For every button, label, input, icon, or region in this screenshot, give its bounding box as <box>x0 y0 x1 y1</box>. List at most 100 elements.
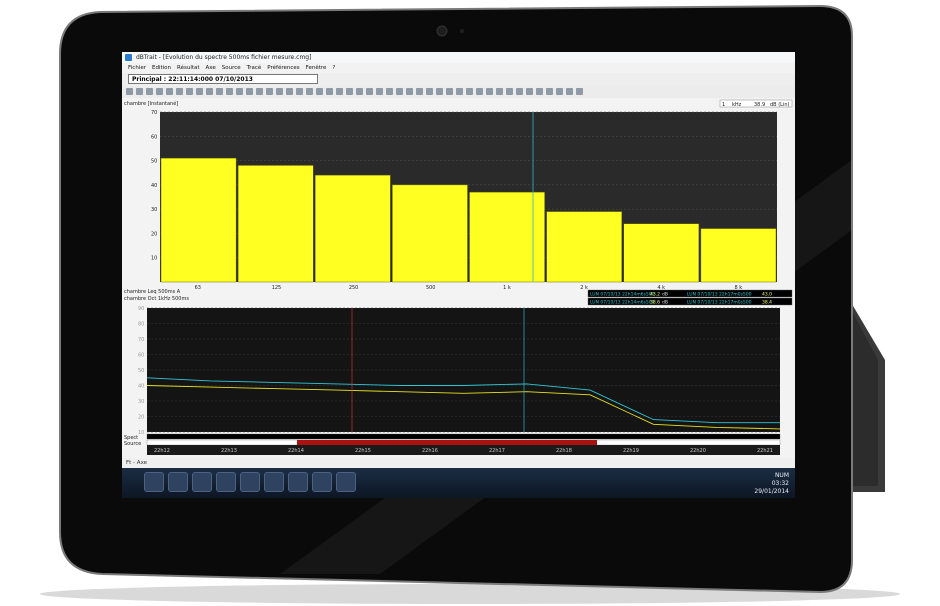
spectrum-bar <box>237 165 314 283</box>
sensor-icon <box>460 29 464 33</box>
taskbar-app-icon[interactable] <box>288 472 308 492</box>
position-selector[interactable]: Principal : 22:11:14:000 07/10/2013 <box>128 74 318 84</box>
toolbar-button[interactable] <box>546 88 553 95</box>
spectrum-x-tick: 63 <box>195 285 201 291</box>
time-y-tick: 20 <box>138 415 144 421</box>
axis-label: Ft - Axe <box>126 460 148 466</box>
toolbar-button[interactable] <box>246 88 253 95</box>
toolbar-button[interactable] <box>346 88 353 95</box>
toolbar-button[interactable] <box>216 88 223 95</box>
spectrum-x-tick: 250 <box>349 285 359 291</box>
app-icon <box>125 54 132 61</box>
toolbar-button[interactable] <box>276 88 283 95</box>
taskbar: NUM 03:32 29/01/2014 <box>122 468 795 498</box>
menu-item-3[interactable]: Axe <box>206 63 216 73</box>
screen: dBTrait - [Evolution du spectre 500ms fi… <box>122 52 795 498</box>
analysis-panels: chambre [Instantané] 1 kHz 38.9 dB (Lin) 10 20… <box>122 98 795 458</box>
menu-item-6[interactable]: Préférences <box>267 63 299 73</box>
toolbar-button[interactable] <box>266 88 273 95</box>
menu-item-4[interactable]: Source <box>222 63 241 73</box>
toolbar-button[interactable] <box>236 88 243 95</box>
cursor-right-value: 43.0 <box>762 292 772 298</box>
taskbar-app-icon[interactable] <box>216 472 236 492</box>
cursor-unit: dB <box>662 292 668 298</box>
menu-item-7[interactable]: Fenêtre <box>306 63 327 73</box>
toolbar-button[interactable] <box>366 88 373 95</box>
time-x-tick: 22h13 <box>221 448 237 454</box>
toolbar-button[interactable] <box>506 88 513 95</box>
toolbar-button[interactable] <box>256 88 263 95</box>
toolbar-button[interactable] <box>386 88 393 95</box>
toolbar-button[interactable] <box>526 88 533 95</box>
toolbar-button[interactable] <box>156 88 163 95</box>
spectrum-y-tick: 40 <box>151 183 157 189</box>
spectrum-y-tick: 70 <box>151 110 157 116</box>
spectrum-x-tick: 125 <box>272 285 282 291</box>
clock-time: 03:32 <box>771 480 789 487</box>
toolbar-button[interactable] <box>226 88 233 95</box>
toolbar-button[interactable] <box>486 88 493 95</box>
cursor-right-time: LUN 07/10/13 22h17m0s500 <box>687 292 752 298</box>
time-y-tick: 50 <box>138 368 144 374</box>
menu-item-0[interactable]: Fichier <box>128 63 146 73</box>
cursor-right-value: 38.4 <box>762 300 772 306</box>
toolbar-button[interactable] <box>566 88 573 95</box>
toolbar-button[interactable] <box>146 88 153 95</box>
toolbar-primary: Principal : 22:11:14:000 07/10/2013 <box>122 73 795 87</box>
toolbar-button[interactable] <box>536 88 543 95</box>
toolbar-button[interactable] <box>556 88 563 95</box>
time-y-tick: 90 <box>138 306 144 312</box>
toolbar-button[interactable] <box>186 88 193 95</box>
cursor-left-time: LUN 07/10/13 22h14m6s500 <box>590 300 655 306</box>
toolbar-button[interactable] <box>336 88 343 95</box>
series-label-2: chambre Oct 1kHz 500ms <box>124 296 189 302</box>
toolbar-button[interactable] <box>416 88 423 95</box>
readout-frequency: 1 <box>722 102 725 108</box>
toolbar-button[interactable] <box>296 88 303 95</box>
toolbar-button[interactable] <box>326 88 333 95</box>
toolbar-button[interactable] <box>446 88 453 95</box>
toolbar-button[interactable] <box>136 88 143 95</box>
toolbar-button[interactable] <box>396 88 403 95</box>
toolbar-button[interactable] <box>126 88 133 95</box>
taskbar-app-icon[interactable] <box>192 472 212 492</box>
toolbar-button[interactable] <box>316 88 323 95</box>
toolbar-button[interactable] <box>196 88 203 95</box>
readout-level-unit: dB (Lin) <box>770 102 789 108</box>
menu-item-5[interactable]: Tracé <box>247 63 262 73</box>
toolbar-button[interactable] <box>176 88 183 95</box>
taskbar-app-icon[interactable] <box>240 472 260 492</box>
source-track-highlight <box>297 440 597 445</box>
toolbar-button[interactable] <box>516 88 523 95</box>
time-axis-band <box>147 445 780 455</box>
menu-item-2[interactable]: Résultat <box>177 63 200 73</box>
row-track <box>146 433 781 440</box>
time-y-tick: 70 <box>138 337 144 343</box>
toolbar-button[interactable] <box>286 88 293 95</box>
taskbar-app-icon[interactable] <box>264 472 284 492</box>
time-x-tick: 22h14 <box>288 448 304 454</box>
menu-bar: Fichier Edition Résultat Axe Source Tracé Préf… <box>122 63 795 73</box>
taskbar-app-icon[interactable] <box>144 472 164 492</box>
toolbar-button[interactable] <box>306 88 313 95</box>
taskbar-app-icon[interactable] <box>168 472 188 492</box>
toolbar-button[interactable] <box>436 88 443 95</box>
toolbar-button[interactable] <box>456 88 463 95</box>
taskbar-app-icon[interactable] <box>312 472 332 492</box>
toolbar-button[interactable] <box>426 88 433 95</box>
readout-frequency-unit: kHz <box>732 102 742 108</box>
toolbar-button[interactable] <box>166 88 173 95</box>
menu-item-8[interactable]: ? <box>332 63 335 73</box>
spectrum-y-tick: 60 <box>151 134 157 140</box>
toolbar-button[interactable] <box>406 88 413 95</box>
toolbar-button[interactable] <box>206 88 213 95</box>
toolbar-button[interactable] <box>466 88 473 95</box>
toolbar-button[interactable] <box>376 88 383 95</box>
toolbar-button[interactable] <box>476 88 483 95</box>
menu-item-1[interactable]: Edition <box>152 63 171 73</box>
toolbar-button[interactable] <box>356 88 363 95</box>
toolbar-button[interactable] <box>496 88 503 95</box>
toolbar-button[interactable] <box>576 88 583 95</box>
taskbar-app-icon[interactable] <box>336 472 356 492</box>
spectrum-x-tick: 500 <box>426 285 436 291</box>
